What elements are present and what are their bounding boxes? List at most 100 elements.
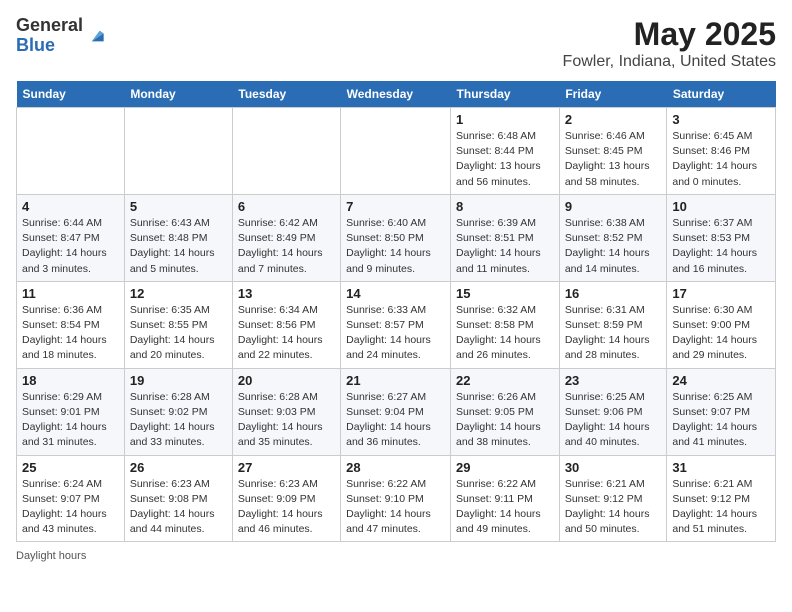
day-number: 17 [672, 286, 770, 301]
calendar-cell: 26 Sunrise: 6:23 AMSunset: 9:08 PMDayligh… [124, 455, 232, 542]
calendar-subtitle: Fowler, Indiana, United States [563, 53, 776, 71]
day-number: 15 [456, 286, 554, 301]
calendar-cell: 27 Sunrise: 6:23 AMSunset: 9:09 PMDayligh… [232, 455, 340, 542]
calendar-cell: 12 Sunrise: 6:35 AMSunset: 8:55 PMDayligh… [124, 281, 232, 368]
day-info: Sunrise: 6:39 AMSunset: 8:51 PMDaylight:… [456, 216, 554, 277]
day-number: 31 [672, 460, 770, 475]
day-number: 27 [238, 460, 335, 475]
day-number: 28 [346, 460, 445, 475]
logo-line2: Blue [16, 36, 83, 56]
calendar-cell: 9 Sunrise: 6:38 AMSunset: 8:52 PMDaylight… [559, 194, 667, 281]
day-number: 4 [22, 199, 119, 214]
day-number: 30 [565, 460, 662, 475]
calendar-cell: 15 Sunrise: 6:32 AMSunset: 8:58 PMDayligh… [451, 281, 560, 368]
calendar-cell: 2 Sunrise: 6:46 AMSunset: 8:45 PMDaylight… [559, 108, 667, 195]
calendar-week-5: 25 Sunrise: 6:24 AMSunset: 9:07 PMDayligh… [17, 455, 776, 542]
day-info: Sunrise: 6:31 AMSunset: 8:59 PMDaylight:… [565, 303, 662, 364]
calendar-cell: 30Sunrise: 6:21 AMSunset: 9:12 PMDayligh… [559, 455, 667, 542]
calendar-cell: 20 Sunrise: 6:28 AMSunset: 9:03 PMDayligh… [232, 368, 340, 455]
day-number: 25 [22, 460, 119, 475]
day-info: Sunrise: 6:36 AMSunset: 8:54 PMDaylight:… [22, 303, 119, 364]
day-header-thursday: Thursday [451, 81, 560, 108]
calendar-cell: 31Sunrise: 6:21 AMSunset: 9:12 PMDayligh… [667, 455, 776, 542]
day-number: 16 [565, 286, 662, 301]
calendar-cell [232, 108, 340, 195]
calendar-cell [341, 108, 451, 195]
calendar-cell: 23 Sunrise: 6:25 AMSunset: 9:06 PMDayligh… [559, 368, 667, 455]
calendar-cell: 16 Sunrise: 6:31 AMSunset: 8:59 PMDayligh… [559, 281, 667, 368]
day-number: 23 [565, 373, 662, 388]
day-number: 3 [672, 112, 770, 127]
calendar-cell: 24 Sunrise: 6:25 AMSunset: 9:07 PMDayligh… [667, 368, 776, 455]
day-info: Sunrise: 6:48 AMSunset: 8:44 PMDaylight:… [456, 129, 554, 190]
calendar-cell: 8 Sunrise: 6:39 AMSunset: 8:51 PMDaylight… [451, 194, 560, 281]
day-info: Sunrise: 6:25 AMSunset: 9:07 PMDaylight:… [672, 390, 770, 451]
day-number: 24 [672, 373, 770, 388]
calendar-cell: 7Sunrise: 6:40 AMSunset: 8:50 PMDaylight… [341, 194, 451, 281]
calendar-table: SundayMondayTuesdayWednesdayThursdayFrid… [16, 81, 776, 542]
calendar-cell: 4 Sunrise: 6:44 AMSunset: 8:47 PMDaylight… [17, 194, 125, 281]
calendar-cell: 28Sunrise: 6:22 AMSunset: 9:10 PMDayligh… [341, 455, 451, 542]
day-number: 26 [130, 460, 227, 475]
calendar-week-3: 11 Sunrise: 6:36 AMSunset: 8:54 PMDayligh… [17, 281, 776, 368]
day-info: Sunrise: 6:25 AMSunset: 9:06 PMDaylight:… [565, 390, 662, 451]
day-number: 13 [238, 286, 335, 301]
day-info: Sunrise: 6:28 AMSunset: 9:02 PMDaylight:… [130, 390, 227, 451]
day-number: 9 [565, 199, 662, 214]
day-info: Sunrise: 6:34 AMSunset: 8:56 PMDaylight:… [238, 303, 335, 364]
day-header-friday: Friday [559, 81, 667, 108]
logo-line1: General [16, 16, 83, 36]
day-number: 11 [22, 286, 119, 301]
day-info: Sunrise: 6:43 AMSunset: 8:48 PMDaylight:… [130, 216, 227, 277]
day-info: Sunrise: 6:32 AMSunset: 8:58 PMDaylight:… [456, 303, 554, 364]
day-number: 22 [456, 373, 554, 388]
calendar-cell: 13 Sunrise: 6:34 AMSunset: 8:56 PMDayligh… [232, 281, 340, 368]
calendar-cell: 5 Sunrise: 6:43 AMSunset: 8:48 PMDaylight… [124, 194, 232, 281]
day-info: Sunrise: 6:46 AMSunset: 8:45 PMDaylight:… [565, 129, 662, 190]
title-block: May 2025 Fowler, Indiana, United States [563, 16, 776, 71]
calendar-week-2: 4 Sunrise: 6:44 AMSunset: 8:47 PMDaylight… [17, 194, 776, 281]
day-number: 29 [456, 460, 554, 475]
day-info: Sunrise: 6:26 AMSunset: 9:05 PMDaylight:… [456, 390, 554, 451]
logo-icon [85, 26, 105, 46]
day-info: Sunrise: 6:37 AMSunset: 8:53 PMDaylight:… [672, 216, 770, 277]
day-info: Sunrise: 6:24 AMSunset: 9:07 PMDaylight:… [22, 477, 119, 538]
day-number: 20 [238, 373, 335, 388]
days-header-row: SundayMondayTuesdayWednesdayThursdayFrid… [17, 81, 776, 108]
day-number: 12 [130, 286, 227, 301]
day-number: 8 [456, 199, 554, 214]
calendar-week-1: 1Sunrise: 6:48 AMSunset: 8:44 PMDaylight… [17, 108, 776, 195]
day-header-tuesday: Tuesday [232, 81, 340, 108]
footer-note: Daylight hours [16, 550, 776, 562]
day-number: 2 [565, 112, 662, 127]
calendar-cell: 18Sunrise: 6:29 AMSunset: 9:01 PMDayligh… [17, 368, 125, 455]
day-info: Sunrise: 6:27 AMSunset: 9:04 PMDaylight:… [346, 390, 445, 451]
day-info: Sunrise: 6:30 AMSunset: 9:00 PMDaylight:… [672, 303, 770, 364]
calendar-cell: 3 Sunrise: 6:45 AMSunset: 8:46 PMDaylight… [667, 108, 776, 195]
calendar-cell: 19Sunrise: 6:28 AMSunset: 9:02 PMDayligh… [124, 368, 232, 455]
day-info: Sunrise: 6:28 AMSunset: 9:03 PMDaylight:… [238, 390, 335, 451]
day-info: Sunrise: 6:42 AMSunset: 8:49 PMDaylight:… [238, 216, 335, 277]
logo: General Blue [16, 16, 105, 56]
day-info: Sunrise: 6:23 AMSunset: 9:08 PMDaylight:… [130, 477, 227, 538]
calendar-title: May 2025 [563, 16, 776, 53]
day-number: 5 [130, 199, 227, 214]
day-info: Sunrise: 6:35 AMSunset: 8:55 PMDaylight:… [130, 303, 227, 364]
day-number: 18 [22, 373, 119, 388]
calendar-cell: 11 Sunrise: 6:36 AMSunset: 8:54 PMDayligh… [17, 281, 125, 368]
calendar-cell: 6 Sunrise: 6:42 AMSunset: 8:49 PMDaylight… [232, 194, 340, 281]
calendar-cell: 22 Sunrise: 6:26 AMSunset: 9:05 PMDayligh… [451, 368, 560, 455]
calendar-cell: 10Sunrise: 6:37 AMSunset: 8:53 PMDayligh… [667, 194, 776, 281]
calendar-cell [17, 108, 125, 195]
day-header-wednesday: Wednesday [341, 81, 451, 108]
calendar-week-4: 18Sunrise: 6:29 AMSunset: 9:01 PMDayligh… [17, 368, 776, 455]
calendar-cell: 25 Sunrise: 6:24 AMSunset: 9:07 PMDayligh… [17, 455, 125, 542]
day-info: Sunrise: 6:44 AMSunset: 8:47 PMDaylight:… [22, 216, 119, 277]
calendar-cell: 29Sunrise: 6:22 AMSunset: 9:11 PMDayligh… [451, 455, 560, 542]
day-number: 6 [238, 199, 335, 214]
day-info: Sunrise: 6:38 AMSunset: 8:52 PMDaylight:… [565, 216, 662, 277]
calendar-cell [124, 108, 232, 195]
page-header: General Blue May 2025 Fowler, Indiana, U… [16, 16, 776, 71]
day-info: Sunrise: 6:45 AMSunset: 8:46 PMDaylight:… [672, 129, 770, 190]
day-info: Sunrise: 6:23 AMSunset: 9:09 PMDaylight:… [238, 477, 335, 538]
